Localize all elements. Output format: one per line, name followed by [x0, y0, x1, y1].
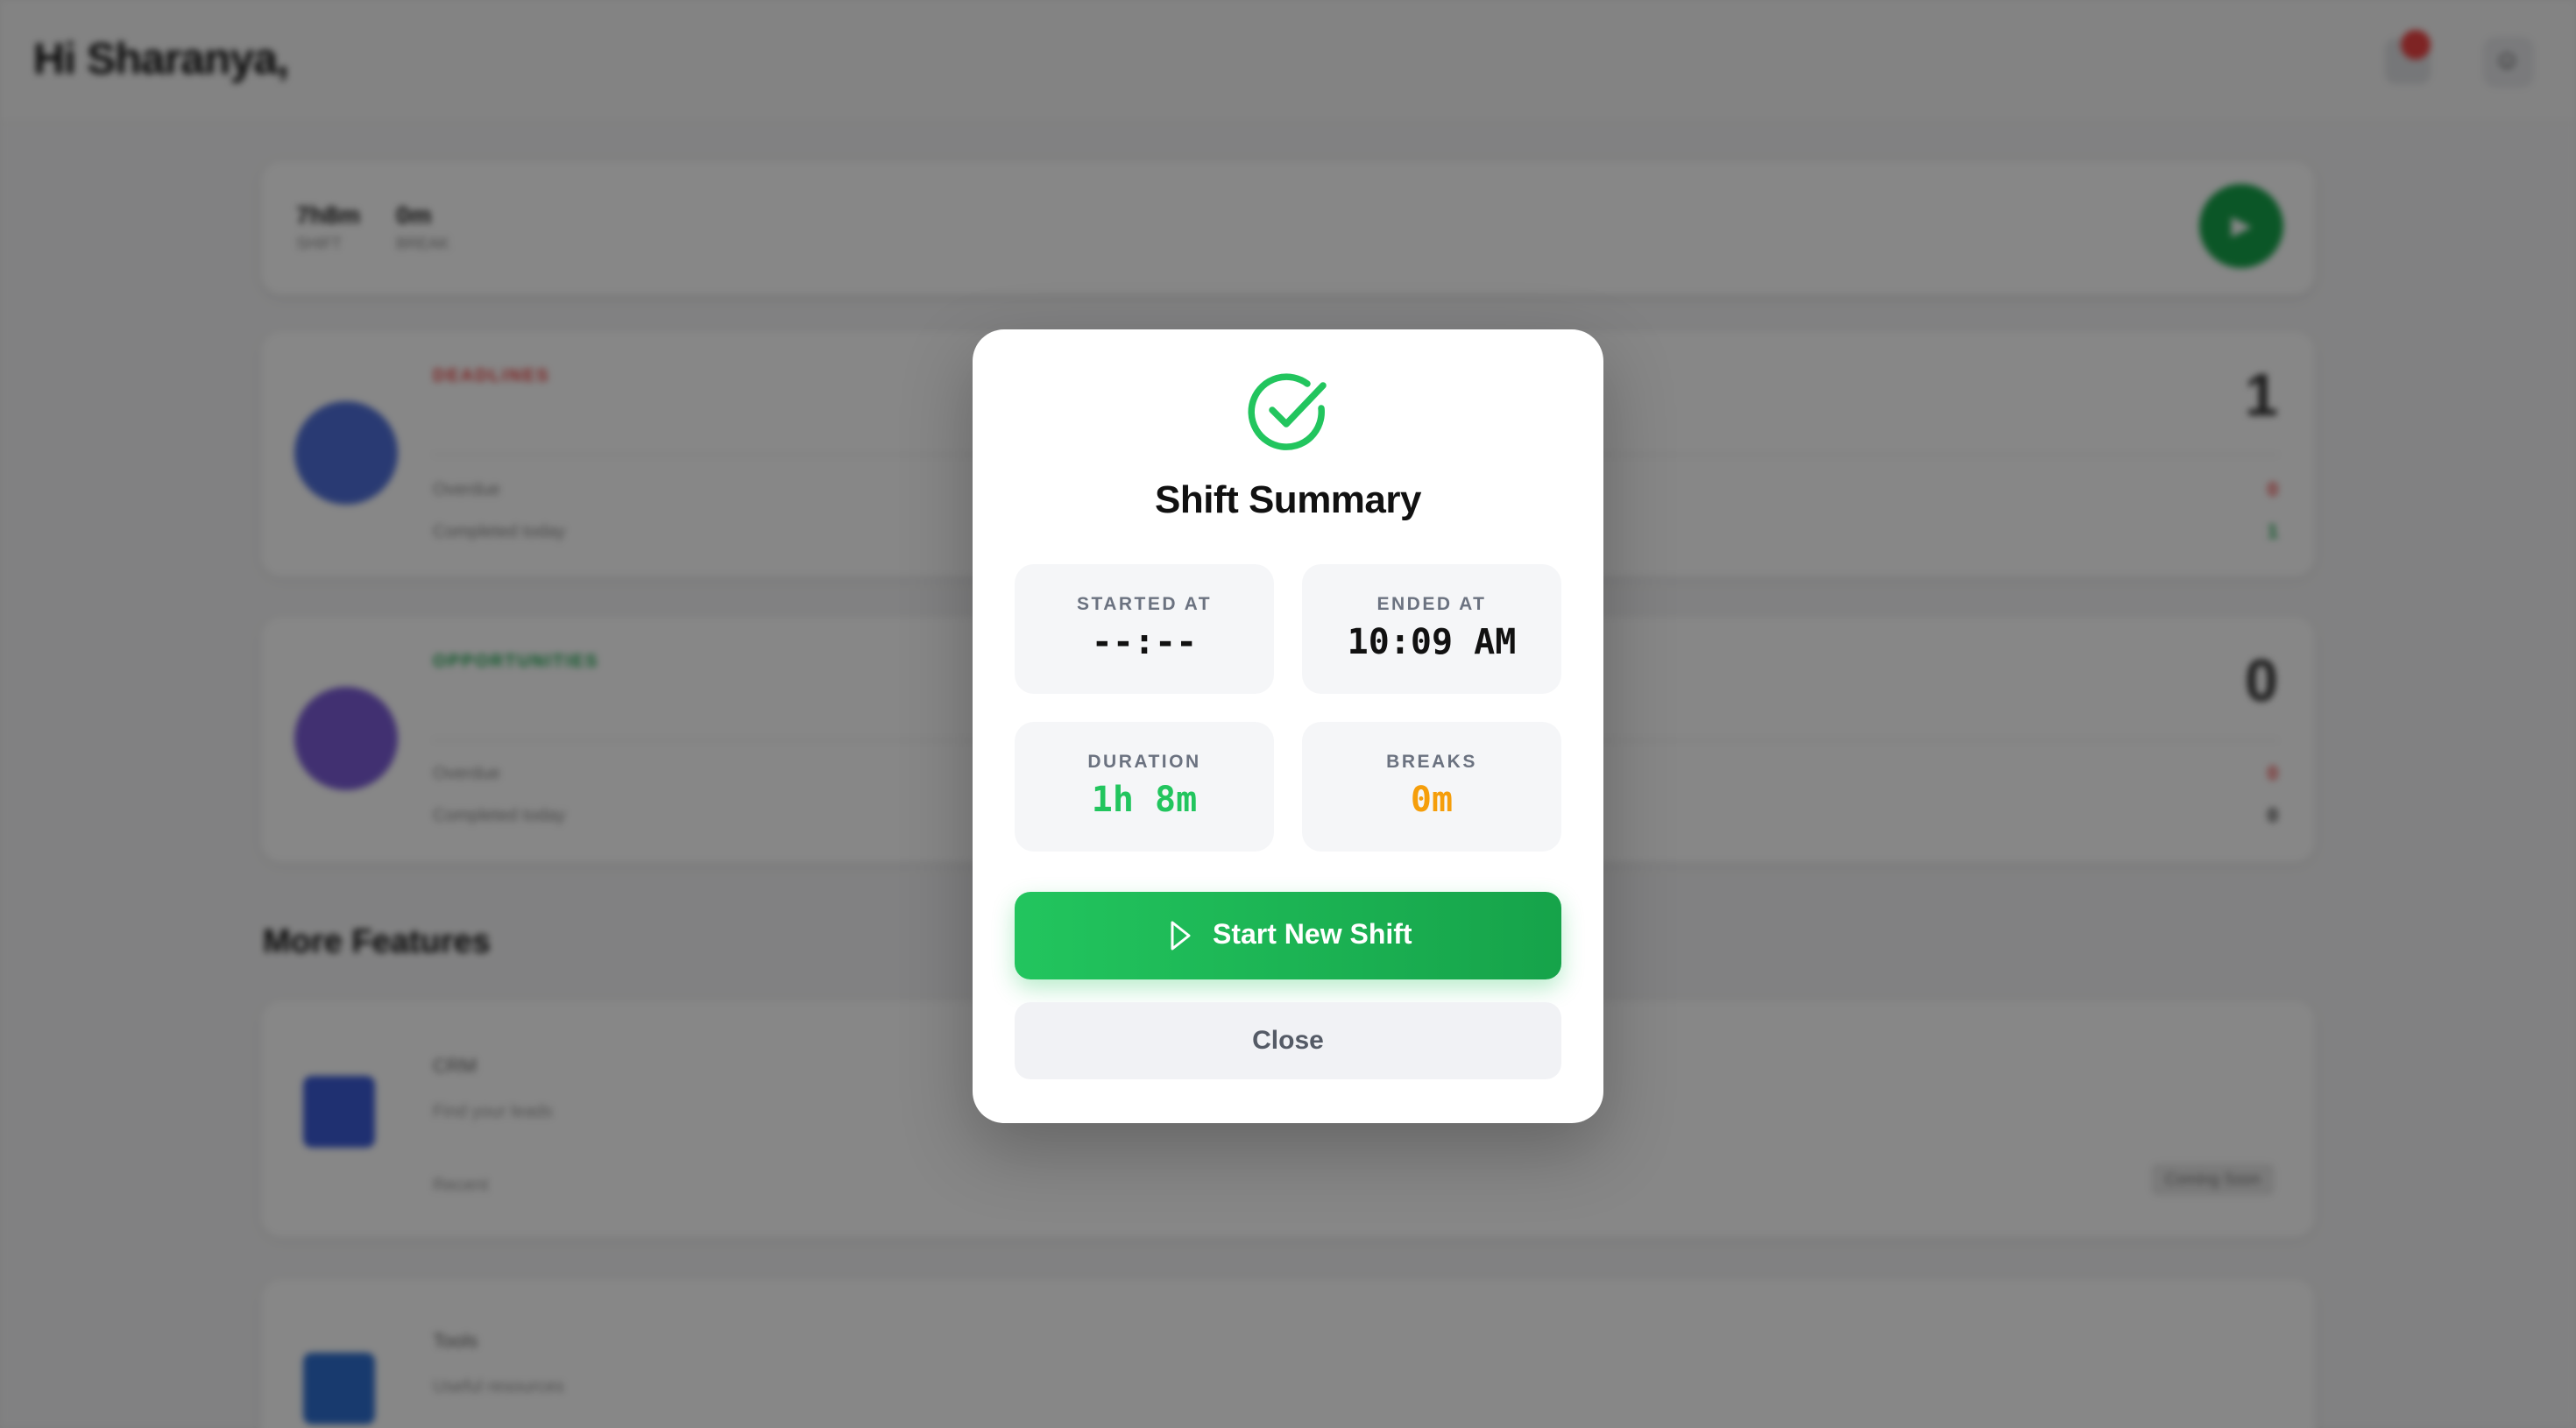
shift-summary-dialog: Shift Summary STARTED AT --:-- ENDED AT …	[973, 329, 1603, 1123]
duration-tile: DURATION 1h 8m	[1015, 722, 1274, 852]
ended-at-value: 10:09 AM	[1347, 622, 1517, 662]
ended-at-tile: ENDED AT 10:09 AM	[1302, 564, 1561, 694]
close-button[interactable]: Close	[1015, 1002, 1561, 1079]
breaks-value: 0m	[1410, 780, 1454, 820]
ended-at-label: ENDED AT	[1376, 594, 1487, 614]
play-icon	[1171, 921, 1191, 951]
started-at-value: --:--	[1091, 622, 1198, 662]
started-at-label: STARTED AT	[1076, 594, 1213, 614]
app-root: Hi Sharanya, ☺ 7h8m SHIFT 0m BREAK ▶ DEA…	[0, 0, 2576, 1428]
breaks-tile: BREAKS 0m	[1302, 722, 1561, 852]
started-at-tile: STARTED AT --:--	[1015, 564, 1274, 694]
duration-value: 1h 8m	[1091, 780, 1198, 820]
dialog-title: Shift Summary	[1154, 478, 1422, 521]
check-circle-icon	[1248, 373, 1327, 450]
duration-label: DURATION	[1087, 752, 1201, 772]
breaks-label: BREAKS	[1386, 752, 1477, 772]
start-new-shift-button[interactable]: Start New Shift	[1015, 892, 1561, 979]
start-new-shift-label: Start New Shift	[1213, 918, 1412, 950]
